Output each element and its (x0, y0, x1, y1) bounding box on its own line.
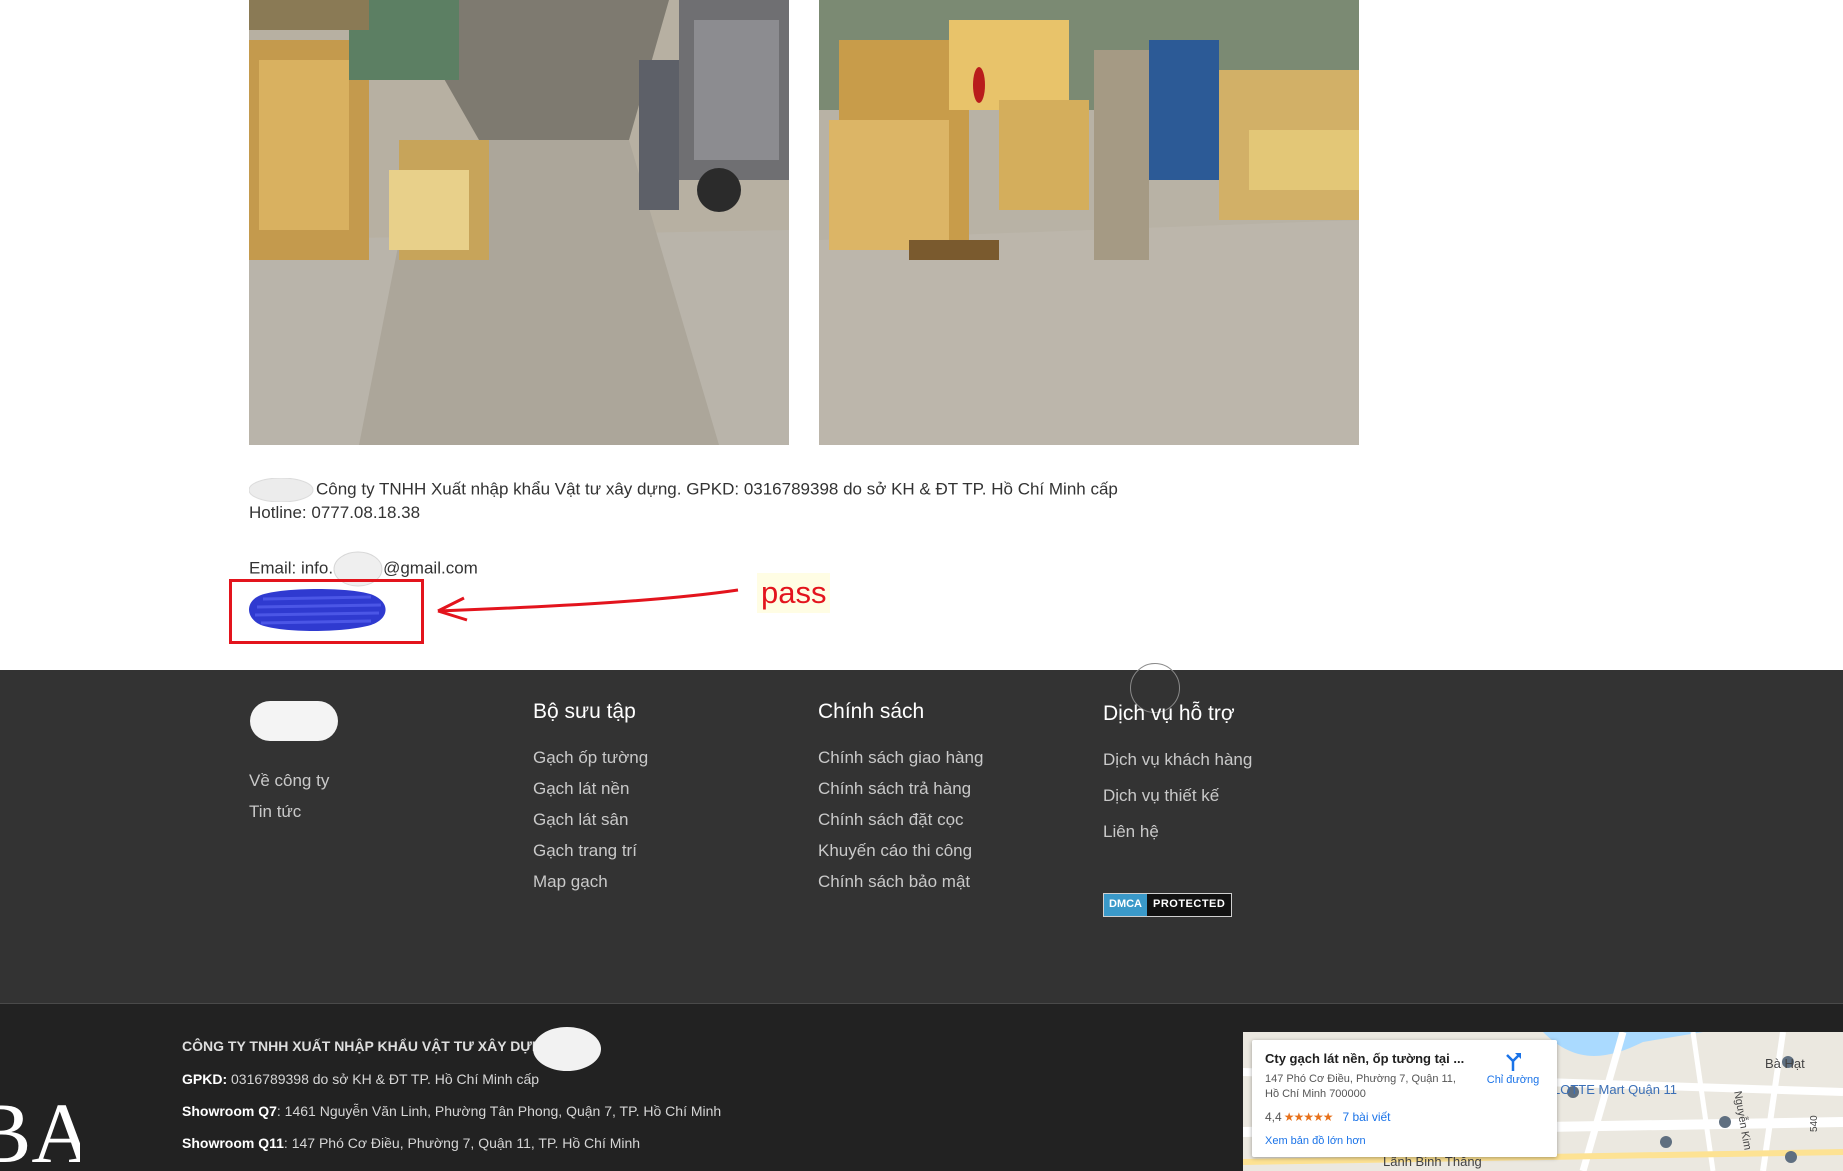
hotline-text: Hotline: 0777.08.18.38 (249, 503, 420, 523)
map-directions-label: Chỉ đường (1486, 1074, 1540, 1086)
redacted-brand-scribble (533, 1027, 601, 1071)
dmca-badge-right: PROTECTED (1147, 894, 1232, 916)
directions-icon (1506, 1053, 1521, 1071)
dmca-badge-left: DMCA (1104, 894, 1147, 916)
footer-big-logo: BA (0, 1090, 80, 1171)
map-place-card: Cty gạch lát nền, ốp tường tại ... 147 P… (1252, 1040, 1557, 1157)
email-suffix[interactable]: @gmail.com (383, 558, 478, 577)
hotline-number[interactable]: 0777.08.18.38 (311, 503, 420, 522)
footer-heading-policy: Chính sách (818, 700, 925, 723)
footer-showroom-q7: Showroom Q7: 1461 Nguyễn Văn Linh, Phườn… (182, 1103, 721, 1119)
map-directions-button[interactable]: Chỉ đường (1480, 1050, 1546, 1086)
footer-big-logo-text: BA (0, 1090, 80, 1171)
redacted-logo-icon (249, 478, 314, 502)
footer-col-company: Về công ty Tin tức (249, 700, 339, 833)
email-prefix: Email: info. (249, 558, 334, 578)
footer-link-floor-tiles[interactable]: Gạch lát nền (533, 779, 648, 799)
warehouse-photo-right (819, 0, 1359, 445)
company-info-text: Công ty TNHH Xuất nhập khẩu Vật tư xây d… (249, 478, 1118, 502)
star-rating-icon: ★★★★★ (1283, 1110, 1334, 1124)
footer-heading-service: Dịch vụ hỗ trợ (1103, 702, 1235, 725)
footer-link-deposit-policy[interactable]: Chính sách đặt cọc (818, 810, 983, 830)
footer-q7-text: : 1461 Nguyễn Văn Linh, Phường Tân Phong… (276, 1103, 722, 1119)
footer-link-tile-map[interactable]: Map gạch (533, 872, 648, 892)
footer-link-design-service[interactable]: Dịch vụ thiết kế (1103, 786, 1252, 806)
map-place-rating: 4,4 ★★★★★ 7 bài viết (1265, 1110, 1391, 1124)
map-reviews-link[interactable]: 7 bài viết (1342, 1110, 1390, 1124)
footer-link-wall-tiles[interactable]: Gạch ốp tường (533, 748, 648, 768)
map-rating-value: 4,4 (1265, 1110, 1282, 1124)
warehouse-photo-left (249, 0, 789, 445)
footer-gpkd-text: 0316789398 do sở KH & ĐT TP. Hồ Chí Minh… (227, 1071, 540, 1087)
footer-col-policy: Chính sách Chính sách giao hàng Chính sá… (818, 700, 983, 903)
dmca-badge[interactable]: DMCA PROTECTED (1103, 893, 1233, 917)
footer-col-service: Dịch vụ hỗ trợ Dịch vụ khách hàng Dịch v… (1103, 702, 1252, 858)
footer-q11-label: Showroom Q11 (182, 1135, 284, 1151)
annotation-highlight-box (229, 579, 424, 644)
footer-link-about[interactable]: Về công ty (249, 771, 339, 791)
footer-gpkd-label: GPKD: (182, 1071, 228, 1087)
footer-link-return-policy[interactable]: Chính sách trả hàng (818, 779, 983, 799)
footer-q11-text: : 147 Phó Cơ Điều, Phường 7, Quận 11, TP… (283, 1135, 641, 1151)
page: Công ty TNHH Xuất nhập khẩu Vật tư xây d… (0, 0, 1843, 1171)
footer-link-privacy-policy[interactable]: Chính sách bảo mật (818, 872, 983, 892)
map-label-ba-hat: Bà Hạt (1765, 1056, 1805, 1071)
map-place-address: 147 Phó Cơ Điều, Phường 7, Quận 11, Hồ C… (1265, 1073, 1456, 1100)
footer-link-yard-tiles[interactable]: Gạch lát sân (533, 810, 648, 830)
footer-logo[interactable] (249, 700, 339, 742)
hotline-prefix: Hotline: (249, 503, 312, 522)
map-place-title[interactable]: Cty gạch lát nền, ốp tường tại ... (1265, 1051, 1465, 1066)
footer-company-name: CÔNG TY TNHH XUẤT NHẬP KHẨU VẬT TƯ XÂY D… (182, 1038, 553, 1054)
map-label-num: 540 (1809, 1115, 1820, 1132)
footer-link-contact[interactable]: Liên hệ (1103, 822, 1252, 842)
footer-link-installation-advice[interactable]: Khuyến cáo thi công (818, 841, 983, 861)
footer-link-decor-tiles[interactable]: Gạch trang trí (533, 841, 648, 861)
footer-col-collection: Bộ sưu tập Gạch ốp tường Gạch lát nền Gạ… (533, 700, 648, 903)
footer-showroom-q11: Showroom Q11: 147 Phó Cơ Điều, Phường 7,… (182, 1135, 640, 1151)
company-text: Công ty TNHH Xuất nhập khẩu Vật tư xây d… (316, 479, 1118, 499)
footer-q7-label: Showroom Q7 (182, 1103, 277, 1119)
annotation-arrow (437, 588, 739, 622)
footer-link-news[interactable]: Tin tức (249, 802, 339, 822)
footer-link-delivery-policy[interactable]: Chính sách giao hàng (818, 748, 983, 768)
map-label-lotte: LOTTE Mart Quận 11 (1553, 1082, 1678, 1097)
map-larger-link[interactable]: Xem bản đồ lớn hơn (1265, 1135, 1366, 1147)
annotation-label: pass (757, 573, 831, 613)
footer-link-customer-service[interactable]: Dịch vụ khách hàng (1103, 750, 1252, 770)
footer-heading-collection: Bộ sưu tập (533, 700, 636, 723)
footer-gpkd: GPKD: 0316789398 do sở KH & ĐT TP. Hồ Ch… (182, 1071, 539, 1087)
